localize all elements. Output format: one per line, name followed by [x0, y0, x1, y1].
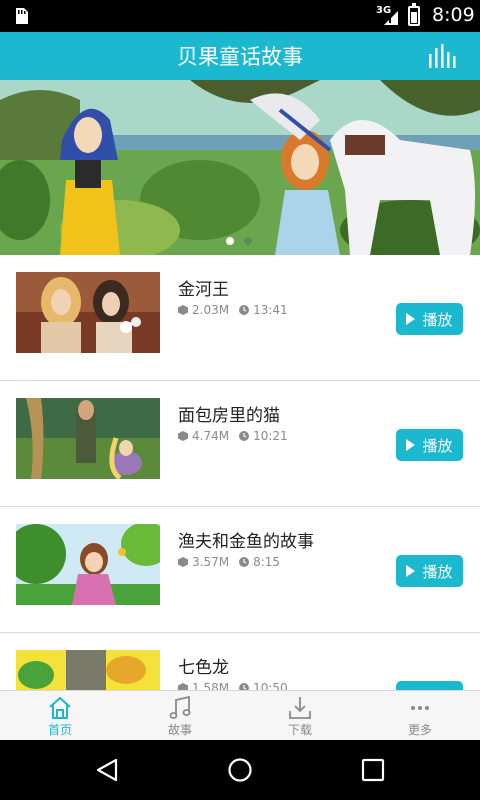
clock: 8:09 — [432, 4, 475, 26]
story-size: 3.57M — [192, 555, 230, 569]
home-circle-icon[interactable] — [227, 757, 253, 783]
app-header: 贝果童话故事 — [0, 32, 480, 80]
story-meta: 2.03M 13:41 — [178, 303, 288, 317]
story-size: 2.03M — [192, 303, 230, 317]
signal-icon — [384, 11, 398, 25]
banner-carousel[interactable] — [0, 80, 480, 255]
equalizer-icon[interactable] — [428, 44, 456, 68]
battery-icon — [408, 3, 420, 26]
status-bar: 3G 8:09 — [0, 0, 480, 32]
play-label: 播放 — [422, 436, 453, 455]
story-title[interactable]: 渔夫和金鱼的故事 — [178, 527, 314, 552]
music-note-icon — [169, 695, 191, 719]
app-title: 贝果童话故事 — [177, 45, 303, 69]
story-meta: 3.57M 8:15 — [178, 555, 280, 569]
home-icon — [49, 696, 71, 719]
tab-label: 首页 — [47, 723, 72, 737]
clock-icon — [239, 557, 250, 567]
tab-label: 下载 — [287, 723, 312, 737]
file-size-icon — [178, 305, 188, 315]
play-button[interactable]: 播放 — [396, 303, 463, 335]
story-list[interactable]: 金河王 2.03M 13:41 播放 面包房里的猫 4.74M 10:21 播放… — [0, 255, 480, 691]
play-icon — [406, 313, 416, 325]
carousel-dot-active[interactable] — [226, 237, 234, 245]
story-size: 4.74M — [192, 429, 230, 443]
file-size-icon — [178, 431, 188, 441]
download-icon — [289, 697, 311, 719]
recents-icon[interactable] — [360, 757, 386, 783]
carousel-dot[interactable] — [244, 237, 252, 245]
list-item[interactable]: 七色龙 1.58M 10:50 播放 — [0, 633, 480, 691]
play-icon — [406, 439, 416, 451]
tab-stories[interactable]: 故事 — [120, 691, 240, 741]
story-title[interactable]: 金河王 — [178, 275, 229, 300]
system-navigation-bar — [0, 740, 480, 800]
story-title[interactable]: 面包房里的猫 — [178, 401, 280, 426]
banner-illustration — [0, 80, 480, 255]
tab-label: 故事 — [167, 723, 192, 737]
play-button[interactable]: 播放 — [396, 555, 463, 587]
play-button[interactable]: 播放 — [396, 429, 463, 461]
tab-more[interactable]: 更多 — [360, 691, 480, 741]
story-duration: 8:15 — [253, 555, 281, 569]
file-size-icon — [178, 557, 188, 567]
story-duration: 10:21 — [253, 429, 288, 443]
story-meta: 4.74M 10:21 — [178, 429, 288, 443]
play-label: 播放 — [422, 310, 453, 329]
play-icon — [406, 565, 416, 577]
bottom-tab-bar: 首页 故事 下载 更多 — [0, 690, 480, 740]
list-item[interactable]: 渔夫和金鱼的故事 3.57M 8:15 播放 — [0, 507, 480, 633]
more-icon — [411, 706, 429, 710]
tab-home[interactable]: 首页 — [0, 691, 120, 741]
list-item[interactable]: 面包房里的猫 4.74M 10:21 播放 — [0, 381, 480, 507]
tab-download[interactable]: 下载 — [240, 691, 360, 741]
story-title[interactable]: 七色龙 — [178, 653, 229, 678]
clock-icon — [239, 431, 250, 441]
back-icon[interactable] — [94, 757, 120, 783]
story-duration: 13:41 — [253, 303, 288, 317]
carousel-indicator — [226, 237, 256, 247]
story-thumbnail[interactable] — [16, 272, 160, 353]
play-label: 播放 — [422, 562, 453, 581]
list-item[interactable]: 金河王 2.03M 13:41 播放 — [0, 255, 480, 381]
tab-label: 更多 — [407, 723, 432, 737]
sd-card-icon — [16, 8, 28, 24]
story-thumbnail[interactable] — [16, 398, 160, 479]
story-thumbnail[interactable] — [16, 650, 160, 691]
story-thumbnail[interactable] — [16, 524, 160, 605]
clock-icon — [239, 305, 250, 315]
